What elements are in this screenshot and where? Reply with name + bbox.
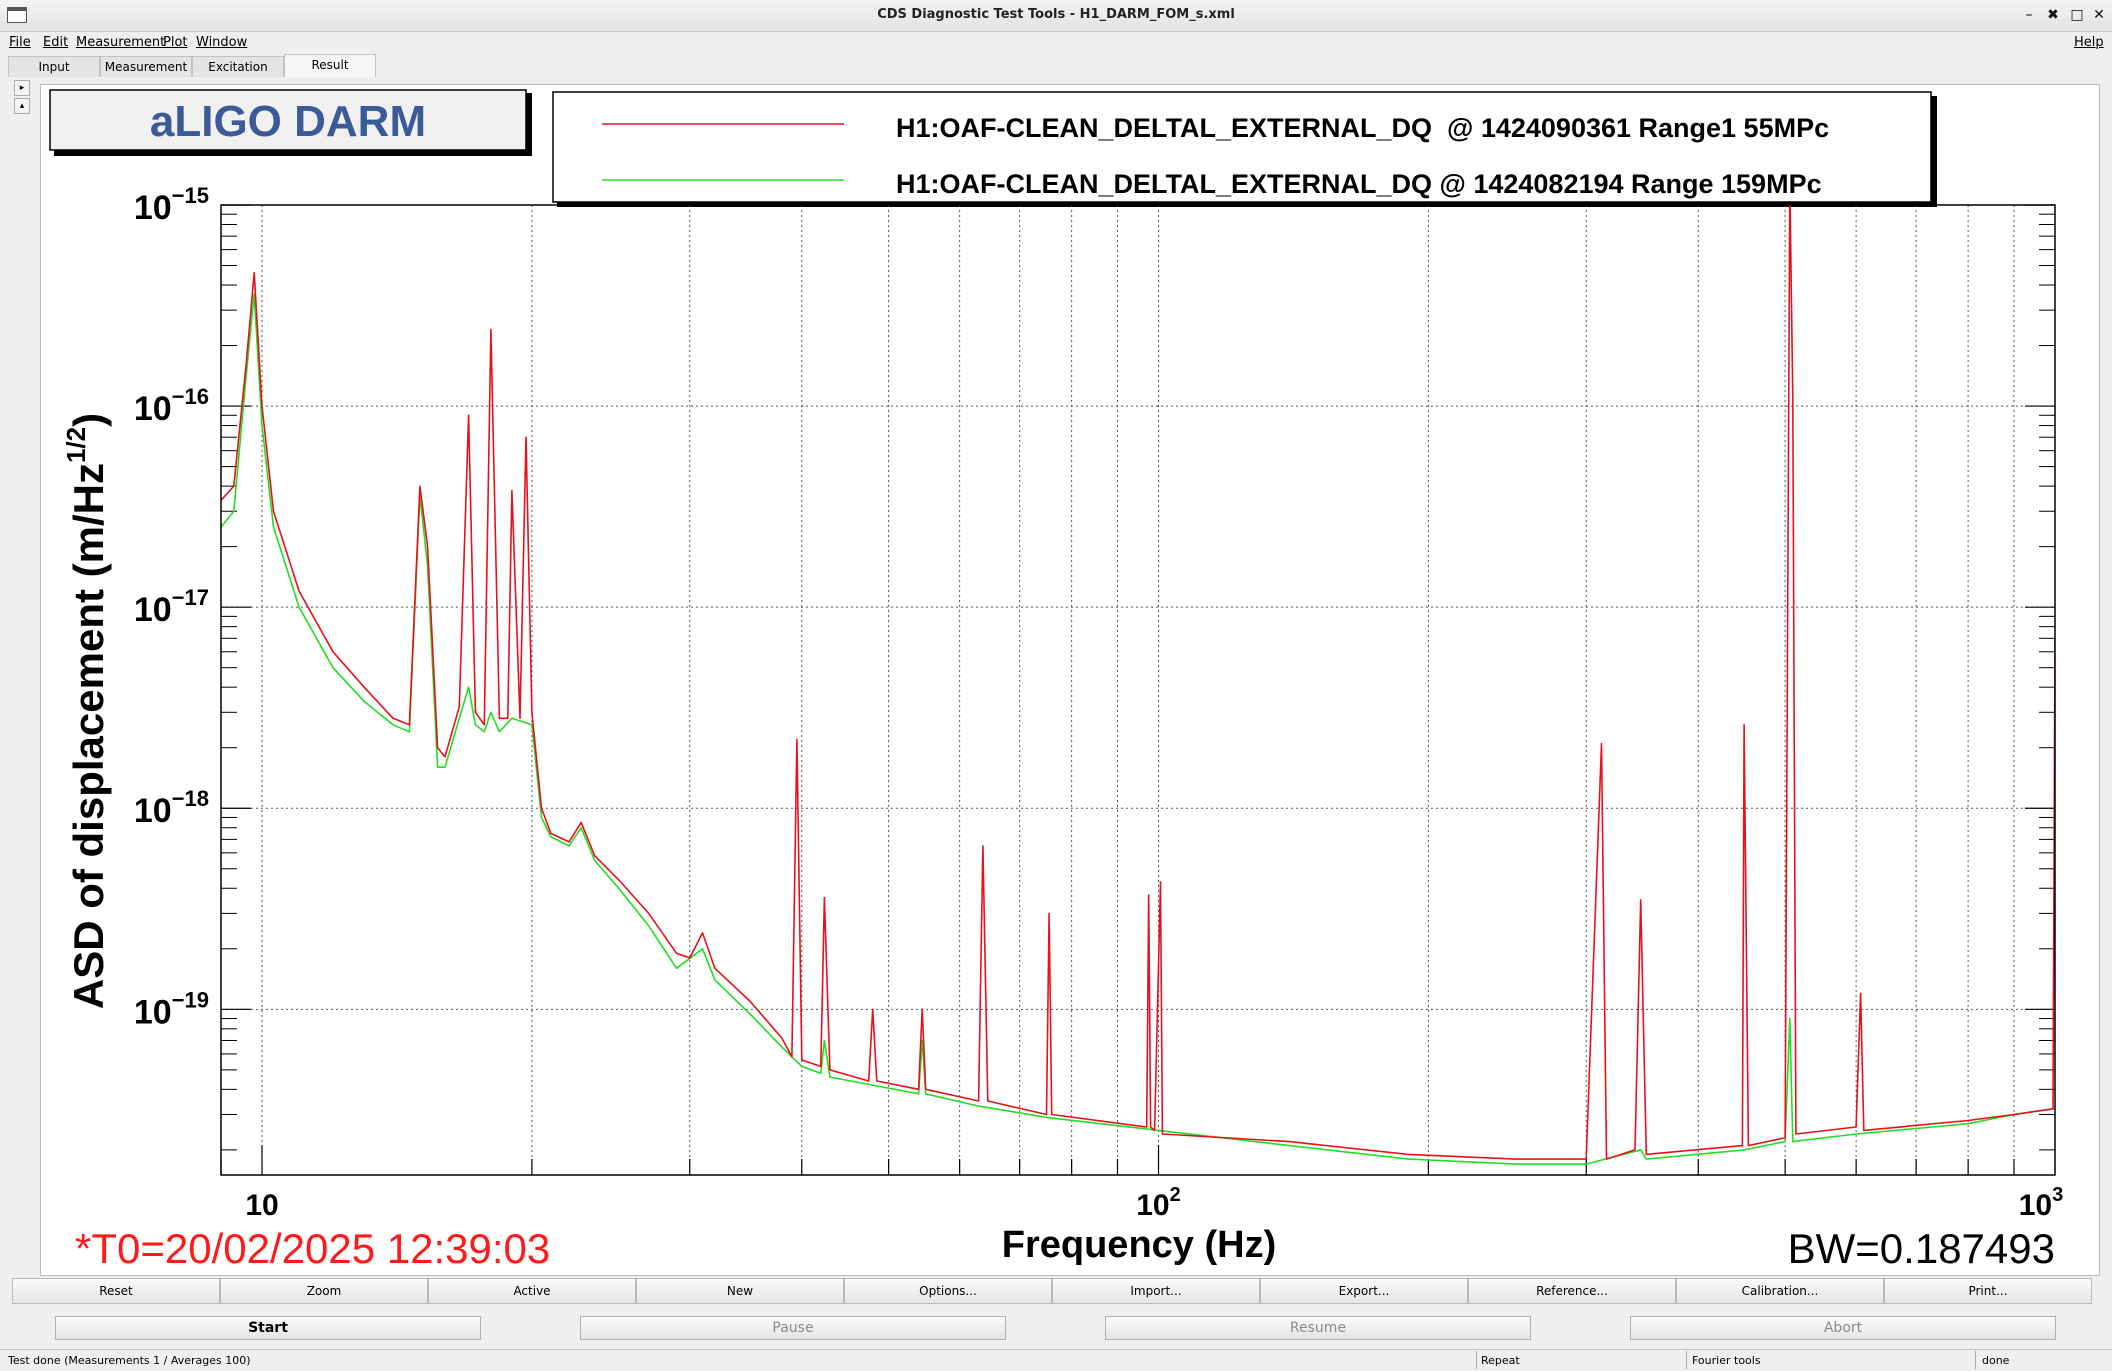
shade-icon[interactable]: ✖ bbox=[2043, 6, 2063, 24]
active-button[interactable]: Active bbox=[428, 1278, 636, 1304]
tab-measurement[interactable]: Measurement bbox=[100, 56, 192, 77]
status-state: done bbox=[1982, 1354, 2010, 1367]
status-tool: Fourier tools bbox=[1692, 1354, 1761, 1367]
legend: H1:OAF-CLEAN_DELTAL_EXTERNAL_DQ @ 142409… bbox=[552, 91, 1937, 207]
zoom-button[interactable]: Zoom bbox=[220, 1278, 428, 1304]
print-button[interactable]: Print... bbox=[1884, 1278, 2092, 1304]
title-box: aLIGO DARM bbox=[49, 89, 532, 156]
menu-plot[interactable]: Plot bbox=[163, 35, 188, 50]
legend-label-green: H1:OAF-CLEAN_DELTAL_EXTERNAL_DQ @ 142408… bbox=[896, 169, 1822, 199]
options-button[interactable]: Options... bbox=[844, 1278, 1052, 1304]
import-button[interactable]: Import... bbox=[1052, 1278, 1260, 1304]
reset-button[interactable]: Reset bbox=[12, 1278, 220, 1304]
t0-timestamp: *T0=20/02/2025 12:39:03 bbox=[75, 1225, 550, 1272]
start-button[interactable]: Start bbox=[55, 1316, 481, 1340]
pause-button[interactable]: Pause bbox=[580, 1316, 1006, 1340]
plot-pad[interactable]: aLIGO DARM H1:OAF-CLEAN_DELTAL_EXTERNAL_… bbox=[40, 84, 2100, 1276]
abort-button[interactable]: Abort bbox=[1630, 1316, 2056, 1340]
window-title: CDS Diagnostic Test Tools - H1_DARM_FOM_… bbox=[877, 7, 1235, 22]
plot-button-row: Reset Zoom Active New Options... Import.… bbox=[12, 1278, 2094, 1304]
bandwidth-label: BW=0.187493 bbox=[1788, 1225, 2055, 1272]
tab-result[interactable]: Result bbox=[284, 54, 376, 77]
new-button[interactable]: New bbox=[636, 1278, 844, 1304]
menu-edit[interactable]: Edit bbox=[43, 35, 68, 50]
x-axis-label: Frequency (Hz) bbox=[1002, 1224, 1276, 1266]
menu-file[interactable]: File bbox=[9, 35, 31, 50]
legend-label-red: H1:OAF-CLEAN_DELTAL_EXTERNAL_DQ @ 142409… bbox=[896, 113, 1829, 143]
y-axis-label: ASD of displacement (m/Hz1/2) bbox=[61, 413, 112, 1009]
reference-button[interactable]: Reference... bbox=[1468, 1278, 1676, 1304]
scroll-right-icon[interactable]: ▸ bbox=[14, 80, 30, 96]
x-tick-label: 10 bbox=[245, 1189, 278, 1222]
plot-title: aLIGO DARM bbox=[150, 97, 426, 146]
calibration-button[interactable]: Calibration... bbox=[1676, 1278, 1884, 1304]
menu-help[interactable]: Help bbox=[2074, 35, 2104, 50]
status-message: Test done (Measurements 1 / Averages 100… bbox=[8, 1354, 251, 1367]
scroll-up-icon[interactable]: ▴ bbox=[14, 98, 30, 114]
menu-window[interactable]: Window bbox=[196, 35, 247, 50]
menu-measurement[interactable]: Measurement bbox=[76, 35, 165, 50]
close-icon[interactable]: ✕ bbox=[2089, 6, 2109, 24]
status-bar: Test done (Measurements 1 / Averages 100… bbox=[0, 1349, 2112, 1370]
control-row: Start Pause Resume Abort bbox=[0, 1316, 2112, 1342]
plot-canvas[interactable]: aLIGO DARM H1:OAF-CLEAN_DELTAL_EXTERNAL_… bbox=[41, 85, 2099, 1275]
maximize-icon[interactable]: □ bbox=[2067, 6, 2087, 24]
window-titlebar: CDS Diagnostic Test Tools - H1_DARM_FOM_… bbox=[0, 0, 2112, 32]
minimize-icon[interactable]: – bbox=[2019, 6, 2039, 24]
tab-input[interactable]: Input bbox=[8, 56, 100, 77]
export-button[interactable]: Export... bbox=[1260, 1278, 1468, 1304]
tab-excitation[interactable]: Excitation bbox=[192, 56, 284, 77]
pad-scroll-buttons: ▸ ▴ bbox=[14, 80, 30, 120]
resume-button[interactable]: Resume bbox=[1105, 1316, 1531, 1340]
menu-bar: File Edit Measurement Plot Window Help bbox=[0, 31, 2112, 53]
status-repeat: Repeat bbox=[1481, 1354, 1520, 1367]
